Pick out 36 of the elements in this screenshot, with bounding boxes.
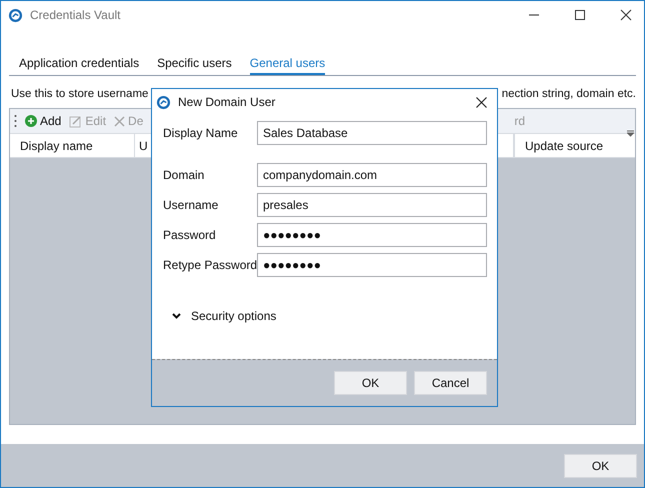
dialog-title: New Domain User [178,95,276,109]
tab[interactable]: General users [250,53,326,75]
app-logo-icon [8,8,23,22]
toolbar-button-text: rd [514,114,525,128]
toolbar-button[interactable]: Add [25,114,62,128]
input-field[interactable]: ●●●●●●●● [257,253,487,277]
tab[interactable]: Specific users [157,53,232,75]
chevron-icon [172,313,181,319]
field-label: Username [163,198,220,212]
input-field[interactable]: ●●●●●●●● [257,223,487,247]
maximize-icon[interactable] [574,9,586,21]
pencil-icon [69,114,82,128]
input-field[interactable]: companydomain.com [257,163,487,187]
ok-button[interactable]: OK [564,454,637,478]
app-logo-icon [156,94,171,110]
field-label: Display Name [163,126,239,140]
close-icon[interactable] [620,9,632,21]
window-title: Credentials Vault [30,8,120,22]
grip-icon [14,114,17,128]
close-icon[interactable] [476,96,487,108]
security-options-toggle[interactable]: Security options [172,309,276,323]
overflow-icon[interactable] [627,129,634,137]
field-label: Password [163,228,217,242]
input-field[interactable]: presales [257,193,487,217]
field-label: Domain [163,168,206,182]
column-header[interactable]: Display name [10,134,135,157]
plus-icon [25,115,37,127]
column-header[interactable]: Update source [514,134,635,157]
input-field[interactable]: Sales Database [257,121,487,145]
cross-icon [114,116,126,126]
dialog-button[interactable]: OK [334,371,407,395]
description-text: Use this to store username [11,88,148,100]
tab[interactable]: Application credentials [19,53,140,75]
dialog-button[interactable]: Cancel [414,371,487,395]
description-text: nection string, domain etc. [502,88,636,100]
field-label: Retype Password [163,258,257,272]
